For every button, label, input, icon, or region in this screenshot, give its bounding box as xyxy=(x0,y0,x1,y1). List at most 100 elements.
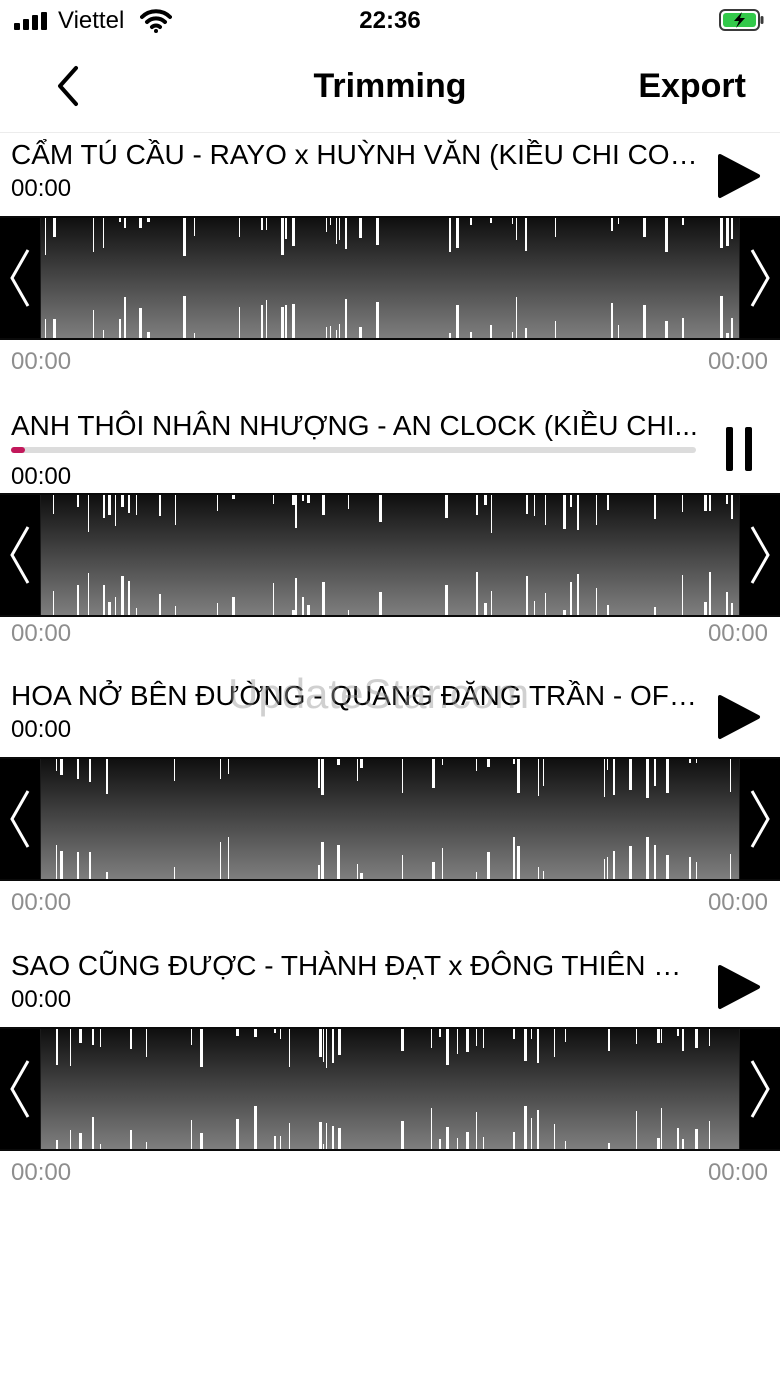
waveform-peak xyxy=(611,303,613,338)
waveform-peak xyxy=(70,1130,71,1149)
play-button[interactable] xyxy=(716,963,762,1011)
waveform-peak xyxy=(432,862,435,879)
waveform-peak xyxy=(442,759,443,765)
waveform-peak xyxy=(183,296,186,338)
waveform-peak xyxy=(401,1121,404,1149)
waveform-peak xyxy=(302,597,304,615)
trim-start-handle[interactable] xyxy=(0,1029,40,1149)
waveform-peak xyxy=(449,218,451,252)
waveform-peak xyxy=(677,1029,679,1036)
waveform-peak xyxy=(531,1029,532,1039)
waveform-peak xyxy=(236,1119,239,1149)
waveform-peak xyxy=(596,495,597,525)
waveform-peak xyxy=(376,302,379,338)
waveform-peak xyxy=(79,1133,82,1149)
trim-start-handle[interactable] xyxy=(0,218,40,338)
waveform-peak xyxy=(682,1029,684,1051)
waveform-peak xyxy=(323,1029,324,1062)
waveform-peak xyxy=(330,326,331,338)
waveform-peak xyxy=(470,332,472,338)
waveform-peak xyxy=(119,218,121,222)
waveform-peak xyxy=(128,581,130,615)
waveform-peak xyxy=(326,1123,327,1149)
trim-end-time: 00:00 xyxy=(707,348,768,375)
trim-end-handle[interactable] xyxy=(740,1029,780,1149)
waveform-peak xyxy=(476,759,477,771)
pause-button[interactable] xyxy=(716,425,762,473)
trim-end-handle[interactable] xyxy=(740,495,780,615)
waveform-peak xyxy=(604,759,605,797)
trim-end-handle[interactable] xyxy=(740,218,780,338)
waveform-peak xyxy=(360,759,363,768)
waveform-peak xyxy=(611,218,613,231)
trim-end-handle[interactable] xyxy=(740,759,780,879)
playback-progress[interactable] xyxy=(11,447,696,453)
play-button[interactable] xyxy=(716,152,762,200)
waveform-peak xyxy=(232,597,235,615)
waveform-peak xyxy=(666,855,669,879)
waveform-peak xyxy=(115,495,116,526)
waveform-peak xyxy=(147,218,150,222)
waveform-peak xyxy=(545,593,546,615)
waveform-peak xyxy=(513,759,515,764)
waveform-trimmer[interactable] xyxy=(0,1027,780,1151)
waveform-peak xyxy=(513,1029,515,1039)
waveform-peak xyxy=(491,495,492,533)
waveform-peak xyxy=(563,610,566,615)
waveform-peak xyxy=(490,218,492,223)
waveform-peak xyxy=(261,218,263,230)
waveform-peak xyxy=(280,1029,281,1039)
waveform-peak xyxy=(543,759,544,786)
waveform-peak xyxy=(273,495,274,504)
waveform-peak xyxy=(709,572,711,615)
waveform-peak xyxy=(194,218,195,236)
waveform-peak xyxy=(280,1136,281,1149)
waveform-peak xyxy=(53,218,56,237)
waveform-peak xyxy=(709,495,711,511)
chevron-left-icon xyxy=(58,66,78,106)
waveform-peak xyxy=(484,603,487,615)
waveform-peak xyxy=(636,1111,637,1149)
waveform-peak xyxy=(56,845,57,879)
waveform-peak xyxy=(439,1139,441,1149)
trim-start-handle[interactable] xyxy=(0,495,40,615)
waveform-peak xyxy=(53,319,56,338)
back-button[interactable] xyxy=(48,64,92,108)
clock: 22:36 xyxy=(359,7,421,34)
waveform-peak xyxy=(555,321,556,338)
track-current-time: 00:00 xyxy=(11,175,72,202)
waveform-peak xyxy=(682,218,684,225)
waveform-peak xyxy=(646,837,649,879)
trim-start-handle[interactable] xyxy=(0,759,40,879)
waveform-peak xyxy=(445,495,448,518)
waveform-peak xyxy=(60,759,63,775)
export-button[interactable]: Export xyxy=(638,67,746,106)
waveform-peak xyxy=(730,854,731,879)
waveform-peak xyxy=(466,1029,469,1052)
waveform-peak xyxy=(682,575,683,615)
waveform-trimmer[interactable] xyxy=(0,757,780,881)
waveform-peak xyxy=(731,495,733,519)
status-bar: Viettel 22:36 xyxy=(0,0,780,44)
waveform-peak xyxy=(666,759,669,793)
trim-start-time: 00:00 xyxy=(11,348,72,375)
waveform-peak xyxy=(696,862,697,879)
waveform-peak xyxy=(524,1106,527,1149)
waveform-trimmer[interactable] xyxy=(0,216,780,340)
waveform-peak xyxy=(292,495,295,505)
play-button[interactable] xyxy=(716,693,762,741)
waveform-peak xyxy=(359,218,362,238)
waveform-peak xyxy=(321,759,324,795)
waveform-peak xyxy=(439,1029,441,1037)
waveform-peak xyxy=(338,1128,341,1149)
waveform-peak xyxy=(534,495,535,516)
waveform-peak xyxy=(646,759,649,798)
waveform-peak xyxy=(696,759,697,763)
waveform-peak xyxy=(217,603,218,615)
waveform-trimmer[interactable] xyxy=(0,493,780,617)
waveform-peak xyxy=(607,857,608,879)
waveform-peak xyxy=(130,1130,132,1149)
waveform-peak xyxy=(731,318,733,338)
waveform-peak xyxy=(174,759,175,781)
waveform-peak xyxy=(93,310,94,338)
